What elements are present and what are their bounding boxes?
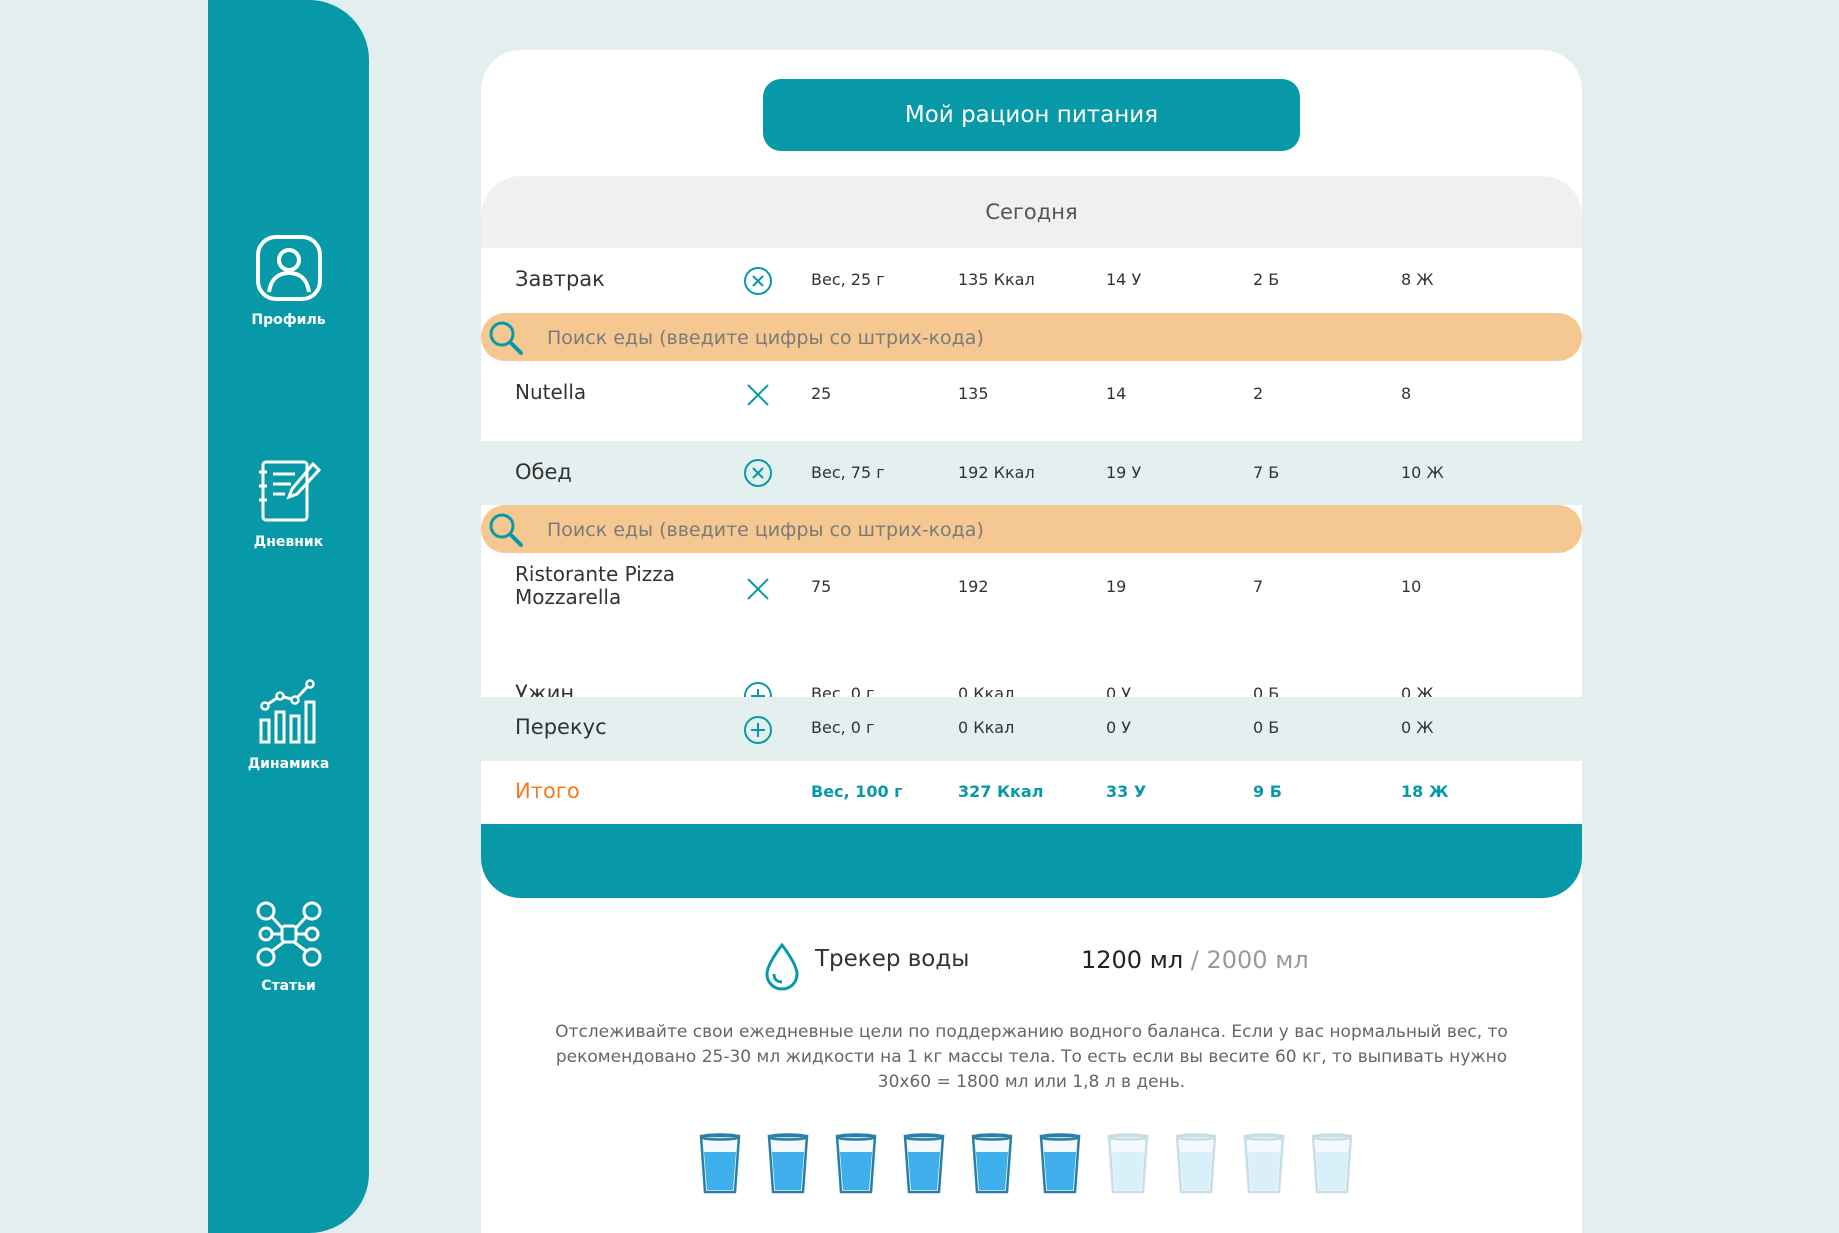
diary-icon <box>258 460 321 522</box>
total-label: Итого <box>515 779 580 803</box>
water-glass-empty-icon[interactable] <box>1104 1132 1152 1196</box>
food-search-bar <box>481 313 1582 363</box>
add-circle-icon[interactable] <box>743 715 773 745</box>
meal-weight: Вес, 0 г <box>811 718 875 737</box>
day-header: Сегодня <box>481 176 1582 248</box>
meal-weight: Вес, 75 г <box>811 463 885 482</box>
meal-kcal: 192 Ккал <box>958 463 1035 482</box>
meal-fat: 8 Ж <box>1401 270 1434 289</box>
day-label: Сегодня <box>985 200 1078 224</box>
water-separator: / <box>1183 946 1207 974</box>
meal-fat: 10 Ж <box>1401 463 1444 482</box>
meal-fat: 0 Ж <box>1401 718 1434 737</box>
food-row: Nutella 25 135 14 2 8 <box>481 361 1582 430</box>
sidebar: Профиль Дневник Динамика Статьи <box>208 0 369 1233</box>
meal-carbs: 19 У <box>1106 463 1142 482</box>
water-goal: 2000 мл <box>1206 946 1309 974</box>
food-row: Ristorante Pizza Mozzarella 75 192 19 7 … <box>481 553 1582 628</box>
total-kcal: 327 Ккал <box>958 782 1044 801</box>
water-glass-full-icon[interactable] <box>1036 1132 1084 1196</box>
remove-circle-icon[interactable] <box>743 458 773 488</box>
sidebar-item-diary[interactable]: Дневник <box>208 456 369 550</box>
water-glass-empty-icon[interactable] <box>1172 1132 1220 1196</box>
food-protein: 2 <box>1253 384 1264 403</box>
water-description: Отслеживайте свои ежедневные цели по под… <box>555 1022 1508 1092</box>
sidebar-item-profile[interactable]: Профиль <box>208 234 369 328</box>
water-glass-empty-icon[interactable] <box>1240 1132 1288 1196</box>
total-row: Итого Вес, 100 г 327 Ккал 33 У 9 Б 18 Ж <box>481 761 1582 825</box>
water-glass-full-icon[interactable] <box>968 1132 1016 1196</box>
dynamics-chart-icon <box>259 679 315 744</box>
delete-food-icon[interactable] <box>743 380 773 410</box>
meal-weight: Вес, 25 г <box>811 270 885 289</box>
food-search-input[interactable] <box>545 505 1549 555</box>
water-glass-full-icon[interactable] <box>696 1132 744 1196</box>
water-tracker-title: Трекер воды <box>815 946 970 972</box>
food-search-bar <box>481 505 1582 555</box>
food-search-input[interactable] <box>545 313 1549 363</box>
nutrition-card: Мой рацион питания Сегодня Завтрак Вес, … <box>481 50 1582 1233</box>
sidebar-item-dynamics[interactable]: Динамика <box>208 678 369 772</box>
sidebar-item-label: Статьи <box>261 978 316 994</box>
food-weight: 75 <box>811 577 832 596</box>
meal-protein: 2 Б <box>1253 270 1280 289</box>
food-protein: 7 <box>1253 577 1264 596</box>
my-diet-button[interactable]: Мой рацион питания <box>763 79 1300 151</box>
food-name-line1: Ristorante Pizza <box>515 562 676 586</box>
delete-food-icon[interactable] <box>743 574 773 604</box>
food-name: Ristorante Pizza Mozzarella <box>515 563 675 609</box>
sidebar-item-articles[interactable]: Статьи <box>208 900 369 994</box>
meal-row-lunch: Обед Вес, 75 г 192 Ккал 19 У 7 Б 10 Ж <box>481 441 1582 505</box>
meal-row-breakfast: Завтрак Вес, 25 г 135 Ккал 14 У 2 Б 8 Ж <box>481 248 1582 313</box>
meal-protein: 7 Б <box>1253 463 1280 482</box>
total-protein: 9 Б <box>1253 782 1282 801</box>
water-glass-full-icon[interactable] <box>900 1132 948 1196</box>
water-drop-icon <box>765 942 799 991</box>
total-carbs: 33 У <box>1106 782 1147 801</box>
meal-kcal: 0 Ккал <box>958 718 1015 737</box>
food-name-line2: Mozzarella <box>515 585 622 609</box>
search-icon <box>489 321 523 355</box>
water-glass-full-icon[interactable] <box>832 1132 880 1196</box>
total-fat: 18 Ж <box>1401 782 1449 801</box>
articles-network-icon <box>256 901 321 967</box>
meal-carbs: 0 У <box>1106 718 1132 737</box>
water-tracker-header: Трекер воды 1200 мл / 2000 мл <box>481 930 1582 991</box>
food-weight: 25 <box>811 384 832 403</box>
search-icon <box>489 513 523 547</box>
food-kcal: 192 <box>958 577 989 596</box>
food-name: Nutella <box>515 380 587 404</box>
meal-name: Перекус <box>515 715 607 739</box>
sidebar-item-label: Профиль <box>251 312 326 328</box>
sidebar-item-label: Дневник <box>253 534 324 550</box>
water-glass-empty-icon[interactable] <box>1308 1132 1356 1196</box>
total-weight: Вес, 100 г <box>811 782 903 801</box>
meal-name: Обед <box>515 460 572 484</box>
meal-name: Завтрак <box>515 267 605 291</box>
food-kcal: 135 <box>958 384 989 403</box>
food-carbs: 19 <box>1106 577 1127 596</box>
meal-row-snack: Перекус Вес, 0 г 0 Ккал 0 У 0 Б 0 Ж <box>481 697 1582 761</box>
sidebar-item-label: Динамика <box>247 756 330 772</box>
water-glasses <box>696 1132 1396 1212</box>
profile-icon <box>255 235 322 301</box>
water-amount: 1200 мл / 2000 мл <box>1081 946 1309 974</box>
meal-kcal: 135 Ккал <box>958 270 1035 289</box>
water-glass-full-icon[interactable] <box>764 1132 812 1196</box>
summary-band <box>481 824 1582 898</box>
water-current: 1200 мл <box>1081 946 1184 974</box>
food-carbs: 14 <box>1106 384 1127 403</box>
food-fat: 10 <box>1401 577 1422 596</box>
remove-circle-icon[interactable] <box>743 266 773 296</box>
meal-protein: 0 Б <box>1253 718 1280 737</box>
meal-carbs: 14 У <box>1106 270 1142 289</box>
food-fat: 8 <box>1401 384 1412 403</box>
